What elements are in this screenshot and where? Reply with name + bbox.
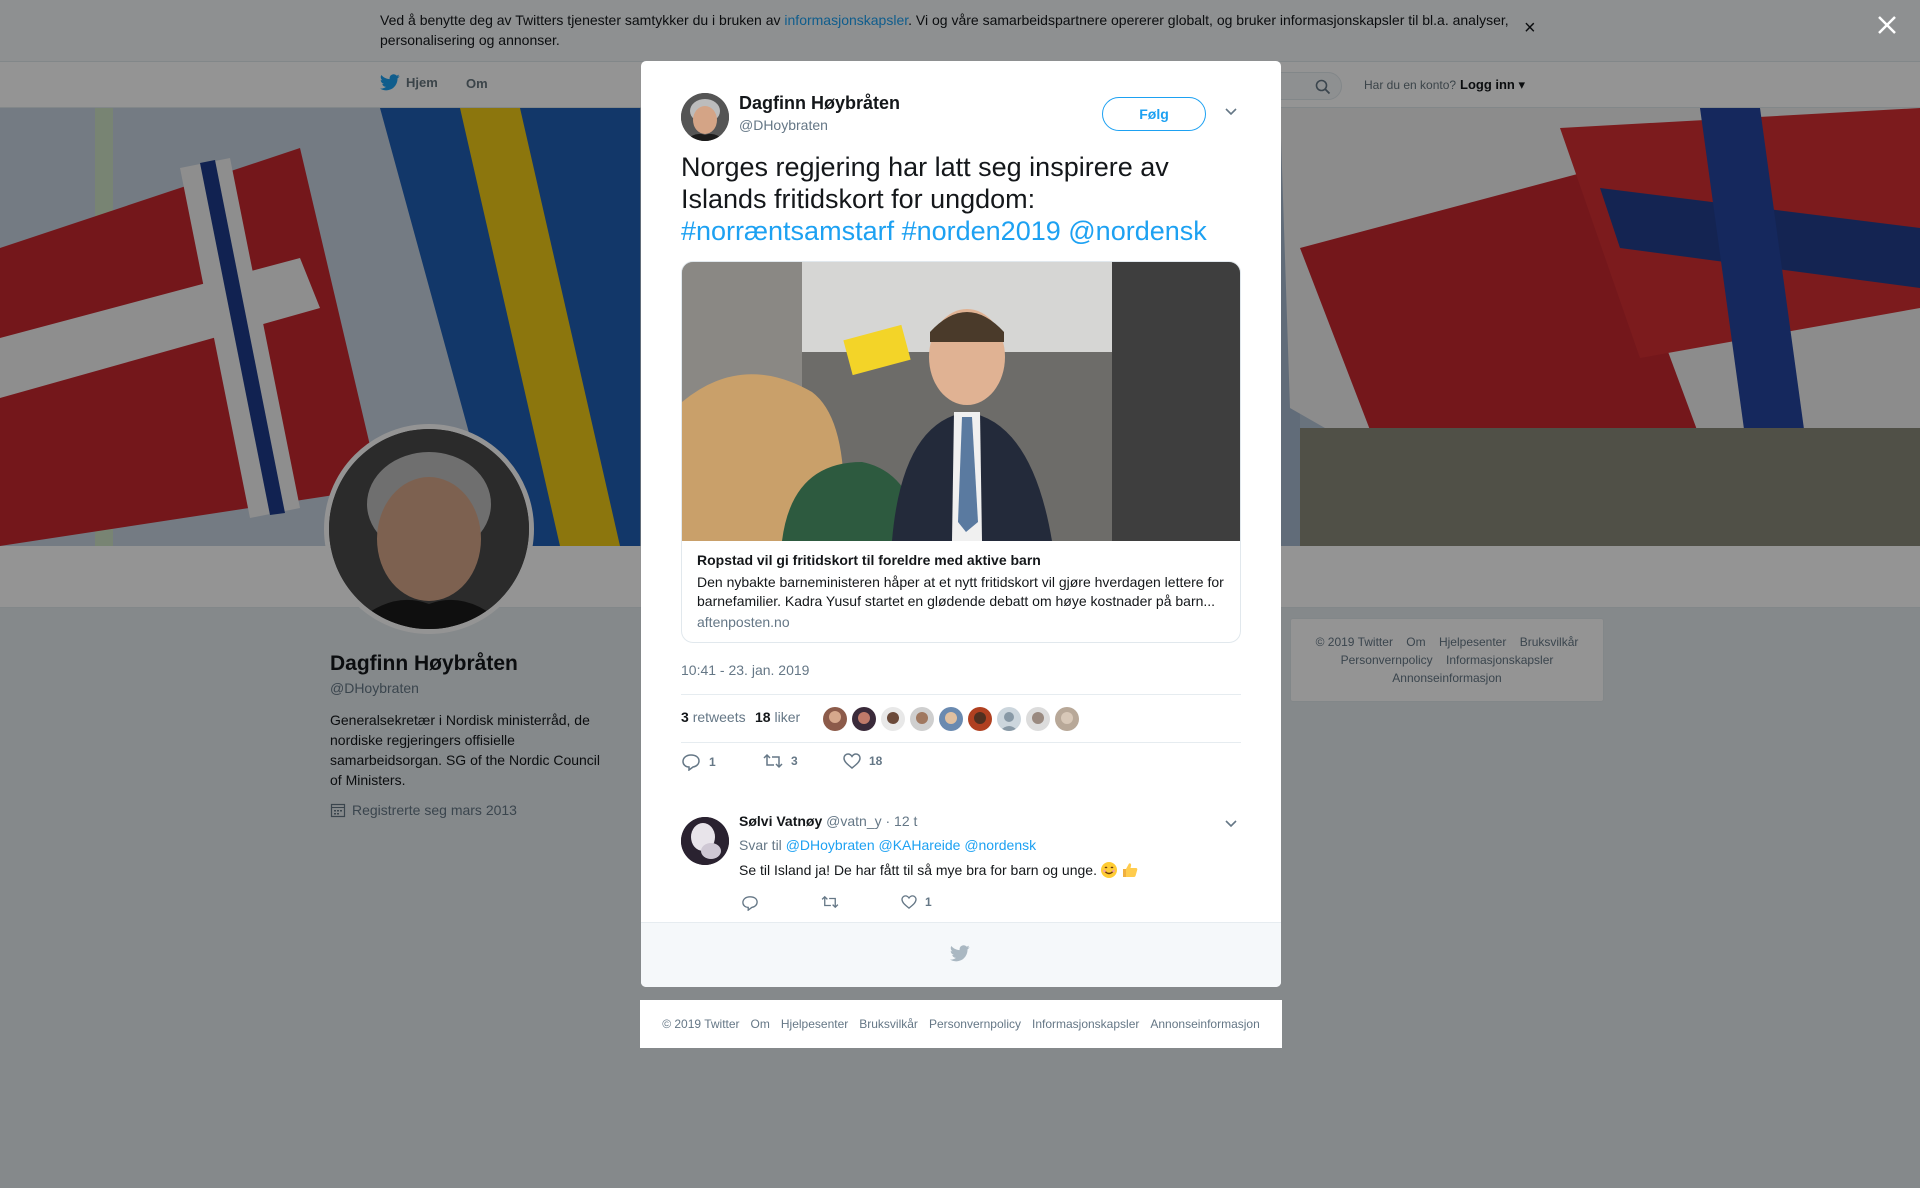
like-count-label: liker	[774, 709, 801, 725]
liker-avatar[interactable]	[910, 707, 934, 731]
tweet-text-line-1: Norges regjering har latt seg inspirere …	[681, 152, 1169, 182]
tweet-text-line-2: Islands fritidskort for ungdom:	[681, 184, 1036, 214]
tweet-text: Norges regjering har latt seg inspirere …	[681, 151, 1241, 247]
liker-avatar[interactable]	[1055, 707, 1079, 731]
footer-terms-link[interactable]: Bruksvilkår	[859, 1017, 918, 1031]
retweet-button[interactable]	[821, 895, 839, 909]
footer-ads-info-link[interactable]: Annonseinformasjon	[1150, 1017, 1259, 1031]
card-description: Den nybakte barneministeren håper at et …	[697, 574, 1224, 609]
retweet-count: 3	[681, 709, 689, 725]
hashtag-link[interactable]: #norden2019	[902, 216, 1061, 246]
tweet-actions: 1 3 18	[681, 753, 1241, 783]
link-preview-card[interactable]: Ropstad vil gi fritidskort til foreldre …	[681, 261, 1241, 643]
chevron-down-icon[interactable]	[1224, 107, 1238, 117]
reply-author-handle[interactable]: @vatn_y	[826, 813, 881, 829]
mention-link[interactable]: @nordensk	[964, 837, 1036, 853]
liker-avatar[interactable]	[1026, 707, 1050, 731]
retweet-icon	[763, 753, 783, 769]
footer-copyright: © 2019 Twitter	[662, 1017, 740, 1031]
reply-like-count: 1	[925, 895, 932, 909]
mention-link[interactable]: @nordensk	[1068, 216, 1206, 246]
retweet-icon	[821, 895, 839, 909]
retweet-action-count: 3	[791, 754, 798, 768]
reply-header: Sølvi Vatnøy @vatn_y · 12 t	[739, 813, 917, 829]
tweet-stats: 3 retweets 18 liker	[681, 694, 1241, 743]
mention-link[interactable]: @DHoybraten	[786, 837, 875, 853]
reply-text: Se til Island ja! De har fått til så mye…	[739, 861, 1139, 879]
follow-button[interactable]: Følg	[1102, 97, 1206, 131]
footer-privacy-link[interactable]: Personvernpolicy	[929, 1017, 1021, 1031]
like-count: 18	[755, 709, 771, 725]
tweet-modal: Dagfinn Høybråten @DHoybraten Følg Norge…	[641, 61, 1281, 987]
footer-about-link[interactable]: Om	[751, 1017, 770, 1031]
close-icon[interactable]	[1874, 12, 1900, 38]
footer-help-link[interactable]: Hjelpesenter	[781, 1017, 848, 1031]
card-image	[682, 262, 1240, 541]
footer-cookies-link[interactable]: Informasjonskapsler	[1032, 1017, 1139, 1031]
retweet-count-label: retweets	[692, 709, 746, 725]
retweet-button[interactable]: 3	[763, 753, 798, 769]
reply-icon	[741, 895, 759, 911]
tweet-author-name[interactable]: Dagfinn Høybråten	[739, 93, 900, 114]
tweet-author-avatar[interactable]	[681, 93, 729, 141]
liker-avatar[interactable]	[823, 707, 847, 731]
heart-icon	[843, 753, 861, 769]
tweet-timestamp[interactable]: 10:41 - 23. jan. 2019	[681, 662, 809, 678]
retweet-count-link[interactable]: 3 retweets	[681, 709, 746, 725]
reply-actions: 1	[739, 895, 1139, 919]
liker-avatar[interactable]	[997, 707, 1021, 731]
like-count-link[interactable]: 18 liker	[755, 709, 800, 725]
smiling-face-emoji-icon	[1100, 861, 1118, 879]
reply-author-name[interactable]: Sølvi Vatnøy	[739, 813, 822, 829]
reply-button[interactable]: 1	[681, 753, 716, 771]
reply-tweet[interactable]: Sølvi Vatnøy @vatn_y · 12 t Svar til @DH…	[681, 811, 1241, 911]
heart-icon	[901, 895, 917, 909]
card-title: Ropstad vil gi fritidskort til foreldre …	[697, 552, 1041, 568]
liker-avatar[interactable]	[968, 707, 992, 731]
reply-to-line: Svar til @DHoybraten @KAHareide @nordens…	[739, 837, 1036, 853]
reply-time[interactable]: · 12 t	[886, 813, 918, 829]
twitter-bird-icon	[950, 945, 970, 962]
liker-avatar[interactable]	[852, 707, 876, 731]
chevron-down-icon[interactable]	[1224, 819, 1238, 829]
reply-count: 1	[709, 755, 716, 769]
mention-link[interactable]: @KAHareide	[879, 837, 961, 853]
reply-text-content: Se til Island ja! De har fått til så mye…	[739, 862, 1097, 878]
hashtag-link[interactable]: #norræntsamstarf	[681, 216, 894, 246]
reply-author-avatar[interactable]	[681, 817, 729, 865]
card-domain: aftenposten.no	[697, 614, 790, 630]
reply-to-label: Svar til	[739, 837, 782, 853]
liker-avatar[interactable]	[881, 707, 905, 731]
modal-footer	[641, 922, 1281, 987]
like-action-count: 18	[869, 754, 883, 768]
liker-avatar[interactable]	[939, 707, 963, 731]
reply-button[interactable]	[741, 895, 759, 911]
like-button[interactable]: 1	[901, 895, 932, 909]
likers-avatars	[823, 707, 1079, 731]
like-button[interactable]: 18	[843, 753, 882, 769]
thumbs-up-emoji-icon	[1121, 861, 1139, 879]
tweet-author-handle[interactable]: @DHoybraten	[739, 117, 828, 133]
bottom-footer: © 2019 Twitter Om Hjelpesenter Bruksvilk…	[640, 1000, 1282, 1048]
reply-icon	[681, 753, 701, 771]
